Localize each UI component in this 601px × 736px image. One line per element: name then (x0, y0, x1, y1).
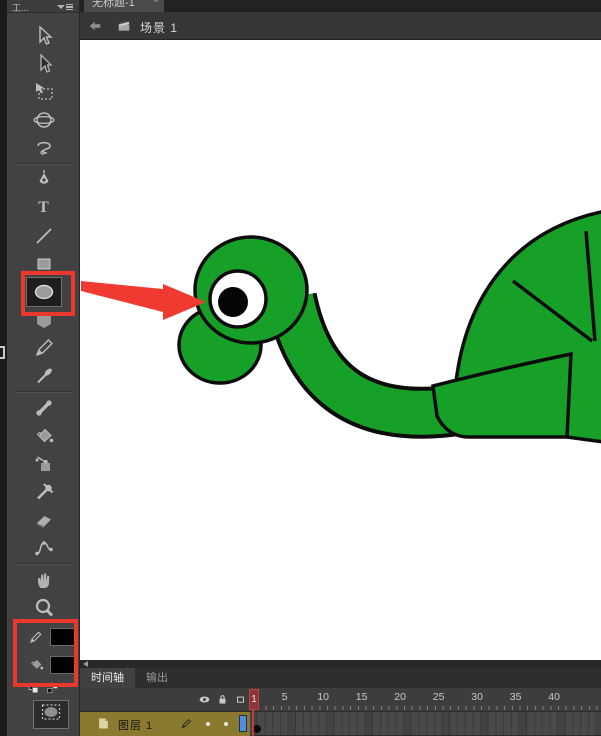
lasso-tool[interactable] (7, 134, 80, 162)
tools-divider (15, 563, 72, 565)
object-drawing-toggle[interactable] (33, 700, 69, 729)
deco-tool[interactable] (7, 534, 80, 562)
selection-tool[interactable] (7, 22, 80, 50)
collapse-left-icon[interactable] (83, 661, 88, 667)
layer-lock-dot[interactable] (224, 722, 228, 726)
object-drawing-icon (39, 700, 63, 729)
eyedropper-tool[interactable] (7, 478, 80, 506)
scene-breadcrumb[interactable]: 场景 1 (140, 19, 178, 36)
line-tool[interactable] (7, 222, 80, 250)
document-tab-strip: 无标题-1 × (80, 0, 601, 12)
layer-page-icon (96, 716, 111, 736)
scene-clapperboard-icon (116, 18, 132, 39)
tools-panel-header[interactable]: 工... (7, 0, 79, 13)
tools-divider (15, 391, 72, 393)
lock-icon[interactable] (216, 693, 229, 711)
timeline-top-strip (80, 660, 601, 668)
panel-menu-icon[interactable] (57, 3, 73, 11)
eye-icon[interactable] (198, 693, 211, 711)
annotation-arrow (81, 281, 206, 320)
timeline-ruler-row: 1 5 10 15 20 25 30 35 40 (80, 688, 601, 712)
turtle-pupil (218, 287, 248, 317)
background-window-edge (0, 0, 7, 736)
ruler-frame-number[interactable]: 10 (317, 691, 329, 703)
playhead[interactable]: 1 (249, 689, 259, 710)
zoom-tool[interactable] (7, 594, 80, 622)
stage-canvas[interactable] (80, 40, 601, 660)
playhead-line[interactable] (252, 710, 254, 736)
bone-tool[interactable] (7, 394, 80, 422)
free-transform-tool[interactable] (7, 78, 80, 106)
layer-name-cell[interactable]: 图层 1 (80, 712, 250, 736)
frame-ruler[interactable]: 1 5 10 15 20 25 30 35 40 (249, 688, 601, 712)
layer-editing-pencil-icon (180, 716, 194, 735)
3d-rotation-tool[interactable] (7, 106, 80, 134)
outline-icon[interactable] (234, 693, 247, 711)
document-tab-title: 无标题-1 (92, 0, 135, 9)
edit-bar: 场景 1 (80, 12, 601, 40)
flash-application-window: 工... T 无标题-1 × 场景 1 时间轴 输出 1 5 10 15 20 … (0, 0, 601, 736)
subselection-tool[interactable] (7, 50, 80, 78)
ruler-frame-number[interactable]: 30 (471, 691, 483, 703)
ruler-frame-number[interactable]: 20 (394, 691, 406, 703)
document-tab[interactable]: 无标题-1 × (84, 0, 164, 12)
ruler-frame-number[interactable]: 25 (433, 691, 445, 703)
tab-timeline[interactable]: 时间轴 (80, 668, 135, 688)
paint-bucket-tool[interactable] (7, 422, 80, 450)
background-window-glyph (0, 346, 5, 359)
pencil-tool[interactable] (7, 334, 80, 362)
tools-divider (15, 163, 72, 165)
tools-panel-title: 工... (12, 3, 29, 13)
timeline-panel: 时间轴 输出 1 5 10 15 20 25 30 35 40 图层 1 (80, 660, 601, 736)
highlight-box-oval-tool (21, 271, 75, 316)
back-arrow-icon[interactable] (88, 19, 102, 38)
pen-tool[interactable] (7, 166, 80, 194)
hand-tool[interactable] (7, 566, 80, 594)
close-icon[interactable]: × (153, 0, 159, 6)
ruler-frame-number[interactable]: 15 (356, 691, 368, 703)
layer-visibility-dot[interactable] (206, 722, 210, 726)
ruler-frame-number[interactable]: 5 (282, 691, 288, 703)
brush-tool[interactable] (7, 362, 80, 390)
keyframe-dot[interactable] (253, 725, 261, 733)
ink-bottle-tool[interactable] (7, 450, 80, 478)
timeline-tabs: 时间轴 输出 (80, 668, 601, 688)
layer-row[interactable]: 图层 1 (80, 712, 601, 736)
layer-outline-color-swatch[interactable] (239, 715, 247, 732)
tools-list: T (7, 22, 80, 622)
ruler-frame-number[interactable]: 35 (510, 691, 522, 703)
turtle-drawing (81, 210, 601, 444)
tab-output[interactable]: 输出 (135, 668, 179, 688)
layer-frames-strip[interactable] (250, 712, 601, 736)
highlight-box-color-swatches (13, 619, 78, 687)
layer-column-icons (198, 693, 250, 711)
eraser-tool[interactable] (7, 506, 80, 534)
ruler-ticks (250, 706, 601, 710)
layer-name: 图层 1 (118, 720, 154, 732)
text-tool[interactable]: T (7, 194, 80, 222)
ruler-frame-number[interactable]: 40 (548, 691, 560, 703)
